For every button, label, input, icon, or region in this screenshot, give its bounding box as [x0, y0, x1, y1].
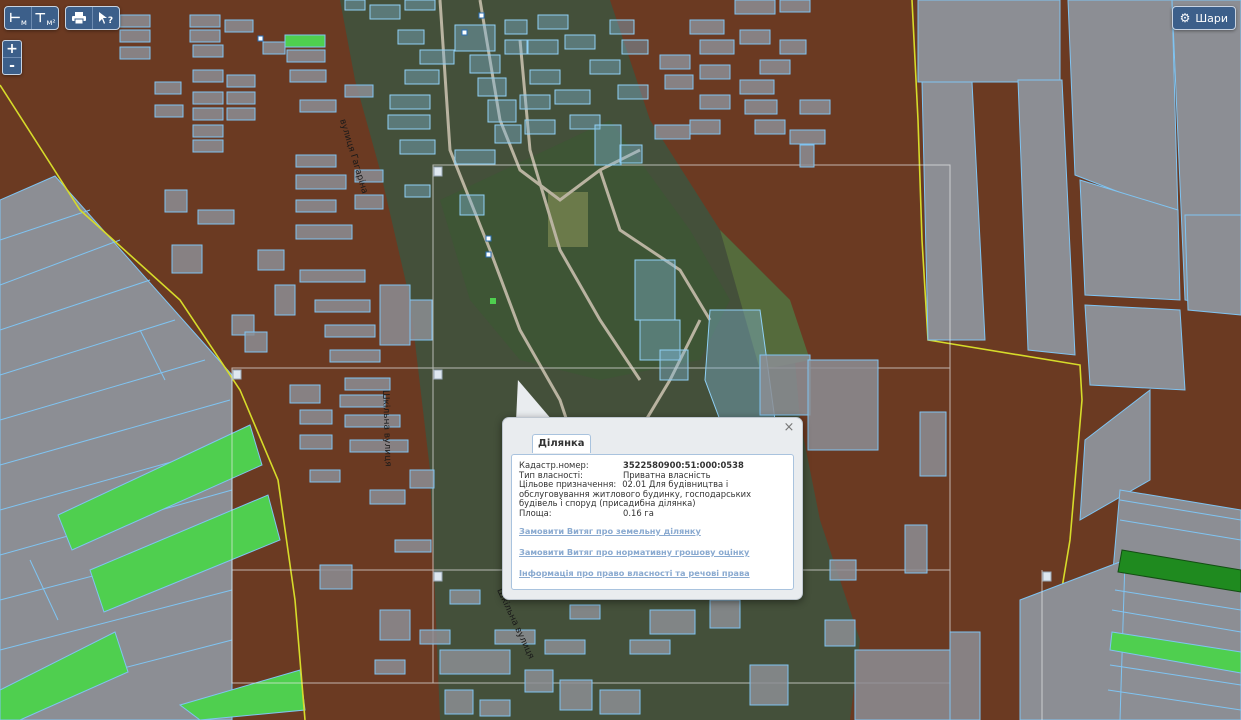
- layers-button-label: Шари: [1195, 11, 1228, 25]
- zoom-in-button[interactable]: +: [3, 41, 21, 57]
- zoom-control: + -: [2, 40, 22, 75]
- measure-area-button[interactable]: ⊤ м²: [32, 7, 58, 29]
- order-parcel-extract-link[interactable]: Замовити Витяг про земельну ділянку: [519, 526, 750, 536]
- ruler-line-icon: ⊢: [9, 10, 21, 26]
- print-identify-tools: ?: [65, 6, 120, 30]
- area-value: 0.16 га: [623, 507, 654, 518]
- parcel-info-popup: × Ділянка Кадастр.номер: 3522580900:51:0…: [502, 417, 803, 600]
- measure-distance-button[interactable]: ⊢ м: [5, 7, 32, 29]
- popup-links: Замовити Витяг про земельну ділянку Замо…: [519, 526, 750, 589]
- ruler-area-icon: ⊤: [34, 10, 47, 26]
- green-parcel-top[interactable]: [284, 34, 326, 48]
- measure-tools: ⊢ м ⊤ м²: [4, 6, 59, 30]
- attr-row-area: Площа: 0.16 га: [519, 507, 789, 519]
- order-valuation-extract-link[interactable]: Замовити Витяг про нормативну грошову оц…: [519, 547, 750, 557]
- purpose-value-continued: обслуговування житлового будинку, господ…: [519, 488, 752, 509]
- green-parcel-small[interactable]: [490, 298, 496, 304]
- cadastral-map[interactable]: вулиця Гагаріна Шкільна вулиця Шкільна в…: [0, 0, 1241, 720]
- zoom-out-button[interactable]: -: [3, 57, 21, 74]
- parcel-attributes: Кадастр.номер: 3522580900:51:000:0538 Ти…: [519, 460, 789, 519]
- ownership-rights-info-link[interactable]: Інформація про право власності та речові…: [519, 568, 750, 578]
- close-icon[interactable]: ×: [782, 421, 796, 435]
- layers-button[interactable]: ⚙ Шари: [1171, 6, 1236, 30]
- popup-body: Кадастр.номер: 3522580900:51:000:0538 Ти…: [511, 454, 794, 590]
- print-button[interactable]: [66, 7, 93, 29]
- identify-button[interactable]: ?: [93, 7, 119, 29]
- area-label: Площа:: [519, 507, 552, 518]
- printer-icon: [72, 12, 86, 24]
- map-toolbar: ⊢ м ⊤ м² ?: [4, 6, 120, 30]
- cursor-arrow-icon: [98, 12, 107, 24]
- gear-icon: ⚙: [1179, 11, 1191, 25]
- tab-parcel[interactable]: Ділянка: [532, 434, 591, 453]
